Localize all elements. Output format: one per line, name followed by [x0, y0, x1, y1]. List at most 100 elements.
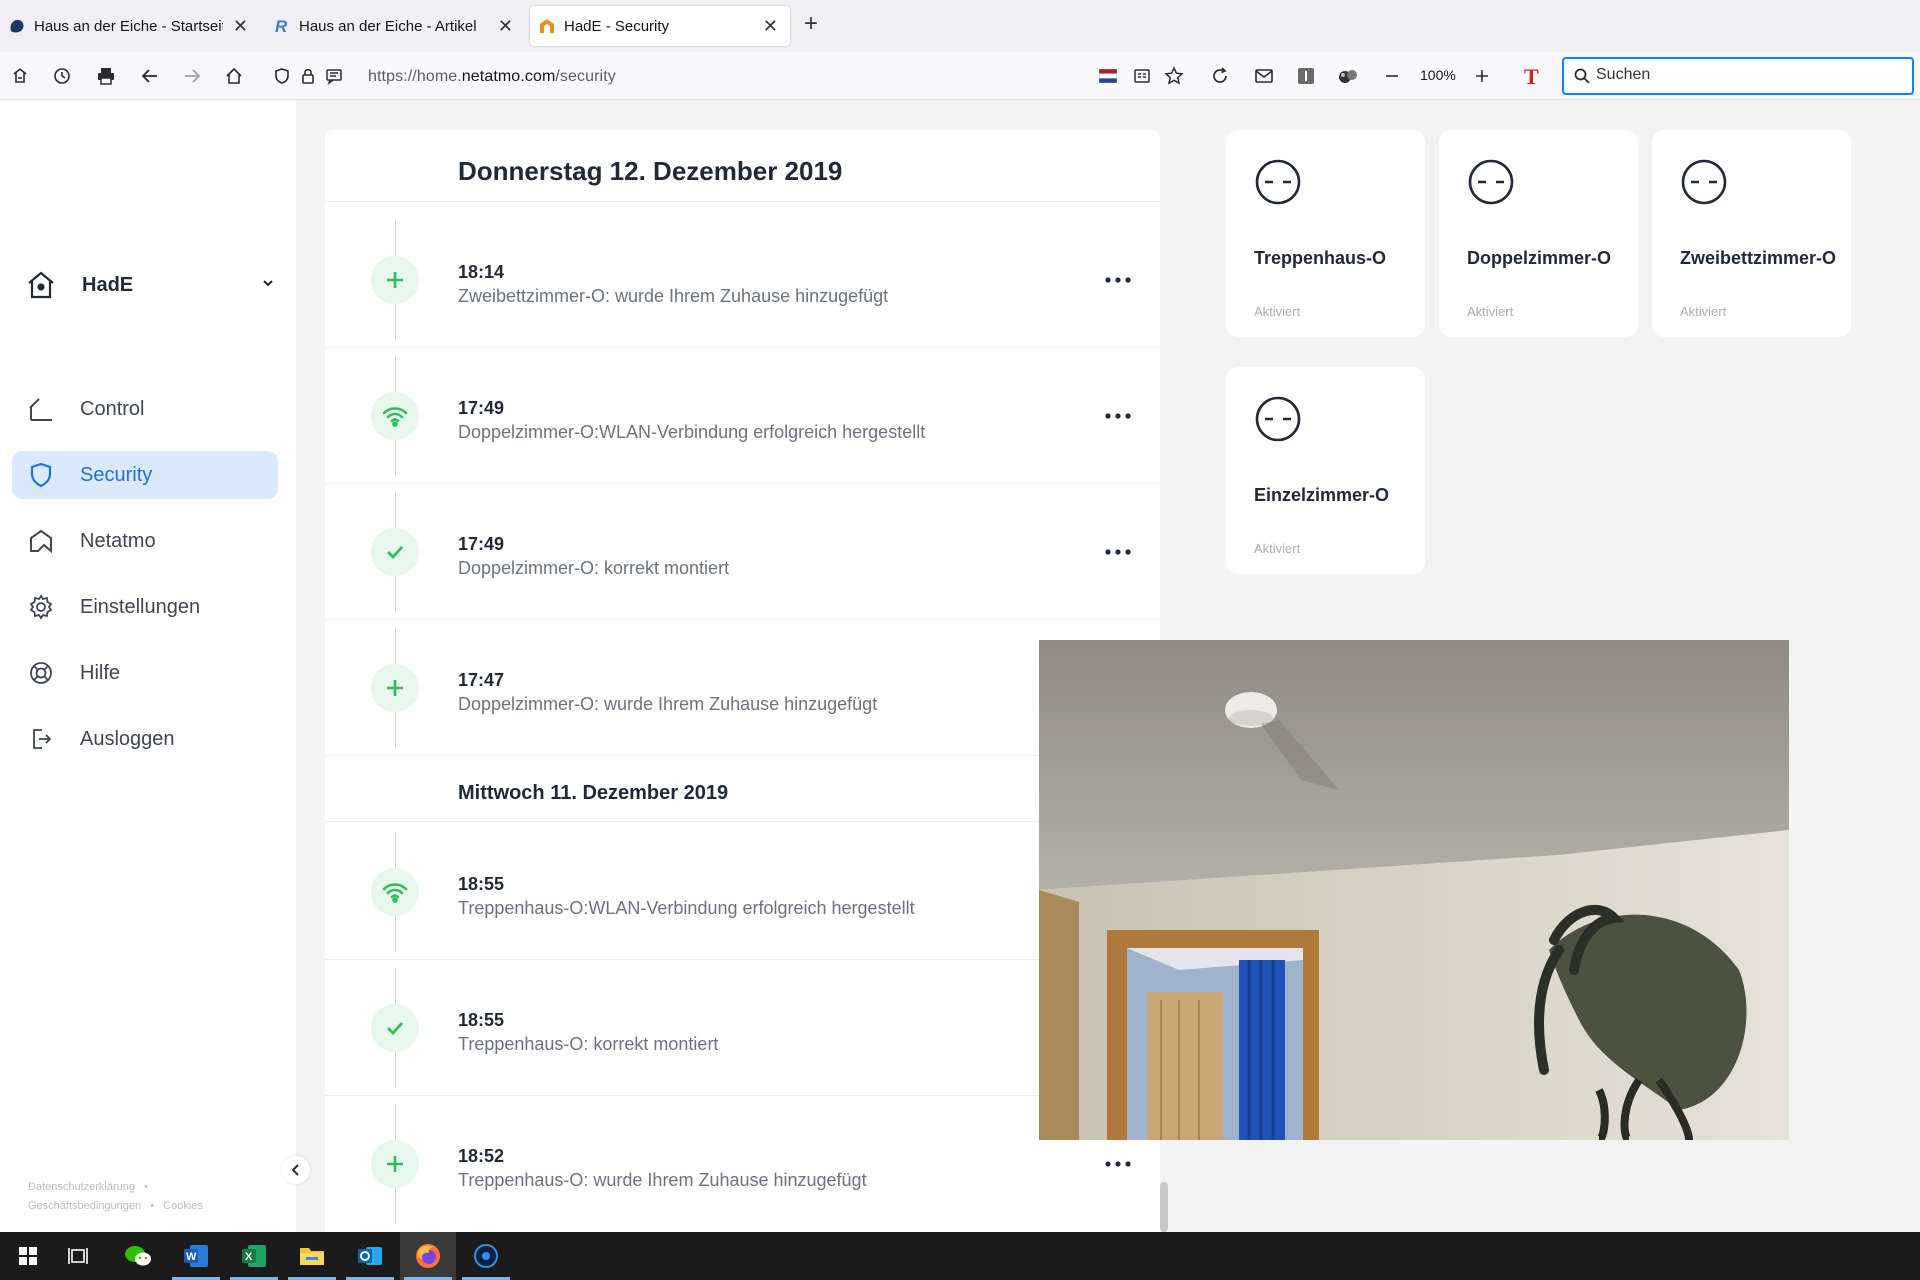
timeline-event: 17:49 Doppelzimmer-O: korrekt montiert: [325, 484, 1160, 620]
task-view-icon[interactable]: [50, 1232, 106, 1280]
extension-balls-icon[interactable]: [1336, 64, 1360, 88]
home-shield-icon: [28, 271, 54, 299]
sidebar-item-hilfe[interactable]: Hilfe: [12, 649, 278, 697]
terms-link[interactable]: Geschäftsbedingungen: [28, 1200, 141, 1212]
event-text: Treppenhaus-O:WLAN-Verbindung erfolgreic…: [458, 898, 915, 918]
sidebar-item-einstellungen[interactable]: Einstellungen: [12, 583, 278, 631]
print-icon[interactable]: [94, 64, 118, 88]
sidebar-item-label: Ausloggen: [80, 727, 175, 750]
chevron-down-icon[interactable]: [260, 275, 276, 291]
reader-view-icon[interactable]: [1130, 64, 1154, 88]
zoom-level[interactable]: 100%: [1420, 67, 1456, 83]
more-options-icon[interactable]: [1103, 542, 1133, 562]
sidebar-item-netatmo[interactable]: Netatmo: [12, 517, 278, 565]
browser-tab-bar: Haus an der Eiche - Startseite ✕ R Haus …: [0, 0, 1920, 52]
scrollbar-thumb[interactable]: [1160, 1182, 1168, 1232]
check-icon: [371, 528, 419, 576]
device-name: Einzelzimmer-O: [1254, 485, 1390, 505]
device-status: Aktiviert: [1680, 304, 1727, 319]
day-header: Donnerstag 12. Dezember 2019: [325, 130, 1160, 202]
url-domain: netatmo.com: [461, 68, 556, 85]
device-card[interactable]: Zweibettzimmer-O Aktiviert: [1652, 130, 1851, 337]
device-card[interactable]: Treppenhaus-O Aktiviert: [1226, 130, 1425, 337]
file-explorer-icon[interactable]: [284, 1232, 340, 1280]
netatmo-favicon-icon: [540, 19, 554, 33]
lock-icon[interactable]: [296, 64, 320, 88]
more-options-icon[interactable]: [1103, 406, 1133, 426]
windows-start-icon[interactable]: [0, 1232, 56, 1280]
plus-icon: [371, 256, 419, 304]
excel-icon[interactable]: X: [226, 1232, 282, 1280]
event-time: 18:55: [458, 874, 505, 894]
url-bar[interactable]: https://home.netatmo.com/security: [262, 58, 1184, 94]
timeline-event: 18:14 Zweibettzimmer-O: wurde Ihrem Zuha…: [325, 212, 1160, 348]
tab-title: HadE - Security: [564, 17, 670, 35]
wechat-icon[interactable]: [110, 1232, 166, 1280]
bookmark-star-icon[interactable]: [1162, 64, 1186, 88]
sidebar-item-control[interactable]: Control: [12, 385, 278, 433]
page-info-icon[interactable]: [322, 64, 346, 88]
sidebar-item-label: Hilfe: [80, 661, 121, 684]
sidebar-item-ausloggen[interactable]: Ausloggen: [12, 715, 278, 763]
room-photo: [1039, 640, 1789, 1140]
reload-icon[interactable]: [1208, 64, 1232, 88]
home-outline-icon: [29, 398, 52, 421]
plus-icon: [371, 1140, 419, 1188]
device-card[interactable]: Doppelzimmer-O Aktiviert: [1439, 130, 1638, 337]
url-text[interactable]: https://home.netatmo.com/security: [368, 68, 616, 86]
history-icon[interactable]: [50, 64, 74, 88]
timeline-event: 17:49 Doppelzimmer-O:WLAN-Verbindung erf…: [325, 348, 1160, 484]
search-icon: [1570, 64, 1594, 88]
back-arrow-icon[interactable]: [138, 64, 162, 88]
tab-close-icon[interactable]: ✕: [763, 17, 778, 35]
search-input[interactable]: [1596, 66, 1896, 84]
device-status: Aktiviert: [1254, 541, 1301, 556]
tab-startseite[interactable]: Haus an der Eiche - Startseite ✕: [0, 6, 260, 46]
day-label: Mittwoch 11. Dezember 2019: [458, 782, 729, 804]
firefox-icon[interactable]: [400, 1232, 456, 1280]
tab-close-icon[interactable]: ✕: [233, 17, 248, 35]
privacy-link[interactable]: Datenschutzerklärung: [28, 1181, 135, 1193]
shield-icon: [30, 462, 52, 488]
svg-text:W: W: [186, 1251, 197, 1263]
wifi-icon: [371, 868, 419, 916]
check-icon: [371, 1004, 419, 1052]
new-tab-button[interactable]: +: [804, 10, 818, 38]
library-icon[interactable]: [8, 64, 32, 88]
device-name: Doppelzimmer-O: [1467, 248, 1612, 268]
more-options-icon[interactable]: [1103, 1154, 1133, 1174]
r-favicon-icon: R: [275, 17, 288, 35]
zoom-in-icon[interactable]: [1470, 64, 1494, 88]
extension-icon[interactable]: [1294, 64, 1318, 88]
tab-title: Haus an der Eiche - Artikel: [299, 17, 477, 35]
sidebar-collapse-button[interactable]: [282, 1156, 310, 1184]
cookies-link[interactable]: Cookies: [163, 1200, 203, 1212]
home-selector[interactable]: HadE: [26, 267, 276, 303]
flag-nl-icon[interactable]: [1096, 64, 1120, 88]
zoom-out-icon[interactable]: [1380, 64, 1404, 88]
device-card[interactable]: Einzelzimmer-O Aktiviert: [1226, 367, 1425, 574]
more-options-icon[interactable]: [1103, 270, 1133, 290]
sidebar-item-security[interactable]: Security: [12, 451, 278, 499]
event-time: 17:47: [458, 670, 505, 690]
mail-icon[interactable]: [1252, 64, 1276, 88]
app-icon[interactable]: [458, 1232, 514, 1280]
tab-artikel[interactable]: R Haus an der Eiche - Artikel ✕: [265, 6, 525, 46]
tab-close-icon[interactable]: ✕: [498, 17, 513, 35]
outlook-icon[interactable]: [342, 1232, 398, 1280]
word-icon[interactable]: W: [168, 1232, 224, 1280]
smoke-detector-icon: [1468, 159, 1514, 205]
timeline-event: 18:55 Treppenhaus-O: korrekt montiert: [325, 960, 1160, 1096]
tracking-shield-icon[interactable]: [270, 64, 294, 88]
tab-security[interactable]: HadE - Security ✕: [530, 6, 790, 46]
legal-links-row1: Datenschutzerklärung •: [28, 1181, 148, 1193]
site-favicon-icon: [10, 19, 24, 33]
sidebar-item-label: Netatmo: [80, 529, 156, 552]
home-icon[interactable]: [222, 64, 246, 88]
gear-icon: [29, 594, 53, 620]
search-box[interactable]: [1562, 57, 1914, 95]
forward-arrow-icon[interactable]: [180, 64, 204, 88]
event-time: 17:49: [458, 534, 505, 554]
translate-t-icon[interactable]: T: [1520, 64, 1544, 88]
smoke-detector-icon: [1255, 159, 1301, 205]
